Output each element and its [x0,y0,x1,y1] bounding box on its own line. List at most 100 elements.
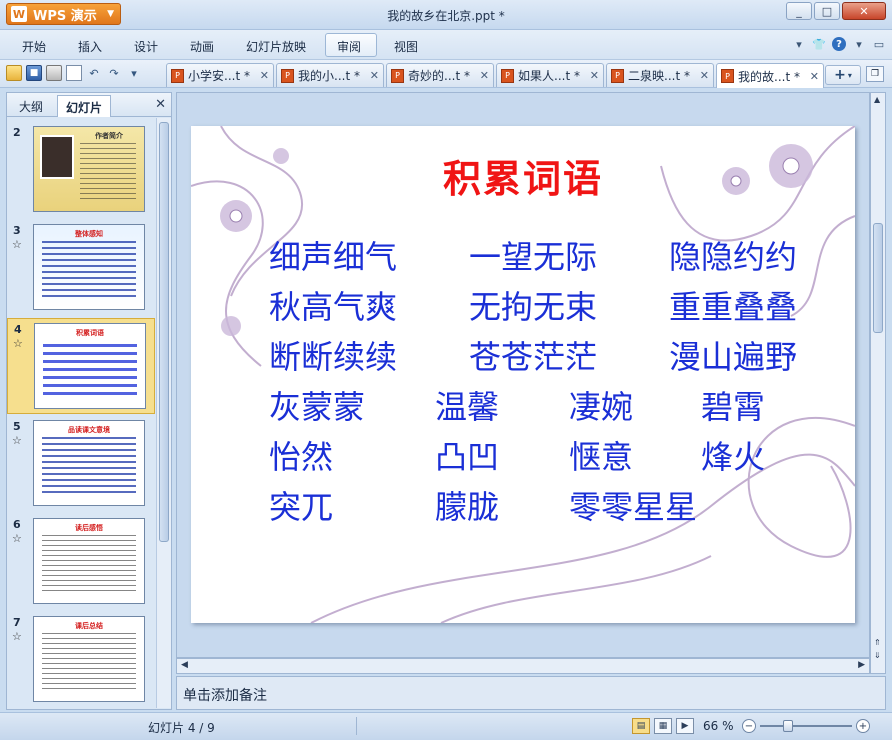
slide-number: 5 [13,420,21,433]
menu-right-icons: ▾ 👕 ? ▾ ▭ [792,37,886,51]
scrollbar-thumb[interactable] [873,223,883,333]
close-icon[interactable]: ✕ [700,69,709,82]
vocab-word: 凸凹 [435,438,500,476]
vocab-word: 细声细气 [269,238,398,276]
animation-star-icon: ☆ [12,532,22,545]
zoom-level: 66 % [703,719,734,733]
close-icon[interactable]: ✕ [370,69,379,82]
open-icon[interactable] [6,65,22,81]
panel-tabs: 大纲 幻灯片 ✕ [7,93,171,117]
vocab-word: 凄婉 [569,388,634,426]
vocab-word: 隐隐约约 [669,238,798,276]
restore-icon[interactable]: ▭ [872,37,886,51]
thumbnail-text [42,633,136,693]
vocab-word: 一望无际 [469,238,598,276]
scrollbar-thumb[interactable] [159,122,169,542]
close-icon[interactable]: ✕ [480,69,489,82]
close-icon[interactable]: ✕ [155,97,166,112]
title-bar: W WPS 演示 ▼ 我的故乡在北京.ppt * _ □ ✕ [0,0,892,30]
slide-thumbnail[interactable]: 7 ☆ 课后总结 [7,612,155,708]
redo-icon[interactable]: ↷ [106,65,122,81]
doc-tab[interactable]: P 我的小...t * ✕ [276,63,384,87]
doc-tab-label: 二泉映...t * [628,69,690,83]
slide-thumbnail-selected[interactable]: 4 ☆ 积累词语 [7,318,155,414]
vocab-word: 零零星星 [569,488,698,526]
chevron-down-icon[interactable]: ▾ [792,37,806,51]
slide-horizontal-scrollbar[interactable]: ◀ ▶ [176,658,870,674]
close-icon[interactable]: ✕ [810,70,819,83]
undo-icon[interactable]: ↶ [86,65,102,81]
tab-outline[interactable]: 大纲 [11,95,51,117]
slide-sorter-view-icon[interactable]: ▦ [654,718,672,734]
next-slide-icon[interactable]: ⇓ [874,651,881,660]
notes-pane[interactable]: 单击添加备注 [176,676,886,710]
zoom-in-button[interactable]: + [856,719,870,733]
new-tab-button[interactable]: + ▾ [825,65,861,85]
vocab-word: 漫山遍野 [669,338,798,376]
vocab-word: 灰蒙蒙 [269,388,366,426]
scroll-left-icon[interactable]: ◀ [181,660,188,670]
chevron-down-icon[interactable]: ▾ [852,37,866,51]
doc-tab[interactable]: P 小学安...t * ✕ [166,63,274,87]
doc-tab[interactable]: P 二泉映...t * ✕ [606,63,714,87]
close-icon[interactable]: ✕ [590,69,599,82]
zoom-slider[interactable] [760,725,852,727]
vocab-word: 无拘无束 [469,288,598,326]
doc-tab-label: 我的故...t * [738,69,800,84]
close-icon[interactable]: ✕ [260,69,269,82]
menu-view[interactable]: 视图 [394,38,418,55]
slide-thumbnail[interactable]: 5 ☆ 品读课文意境 [7,416,155,512]
slide-vertical-scrollbar[interactable]: ▲ ⇑ ⇓ [870,92,886,674]
slideshow-view-icon[interactable]: ▶ [676,718,694,734]
slide-thumbnail[interactable]: 6 ☆ 读后感悟 [7,514,155,610]
doc-tab[interactable]: P 奇妙的...t * ✕ [386,63,494,87]
maximize-button[interactable]: □ [814,2,840,20]
save-icon[interactable]: ■ [26,65,42,81]
menu-slideshow[interactable]: 幻灯片放映 [246,38,306,55]
window-title: 我的故乡在北京.ppt * [387,9,505,23]
restore-icon[interactable]: ❐ [866,66,884,82]
current-slide[interactable]: 积累词语 细声细气 一望无际 隐隐约约 秋高气爽 无拘无束 重重叠叠 断断续续 … [191,126,855,623]
zoom-slider-handle[interactable] [783,720,793,732]
menu-animation[interactable]: 动画 [190,38,214,55]
document-tabs: P 小学安...t * ✕ P 我的小...t * ✕ P 奇妙的...t * … [166,63,826,88]
thumbnail-text [42,535,136,595]
thumbnail-image: 作者简介 [33,126,145,212]
thumbnail-text [43,344,137,400]
portrait-image [40,135,74,179]
menu-review[interactable]: 审阅 [337,38,361,55]
print-preview-icon[interactable] [66,65,82,81]
zoom-out-button[interactable]: − [742,719,756,733]
slide-thumbnail[interactable]: 2 作者简介 [7,122,155,218]
vocab-word: 温馨 [435,388,500,426]
doc-tab-active[interactable]: P 我的故...t * ✕ [716,63,824,88]
slide-number: 4 [14,323,22,336]
tab-slides[interactable]: 幻灯片 [57,95,112,117]
skin-icon[interactable]: 👕 [812,37,826,51]
slide-thumbnail[interactable]: 3 ☆ 整体感知 [7,220,155,316]
vocab-word: 秋高气爽 [269,288,398,326]
vocab-word: 苍苍茫茫 [469,338,598,376]
thumbnail-title: 读后感悟 [75,524,103,532]
customize-icon[interactable]: ▾ [126,65,142,81]
scroll-right-icon[interactable]: ▶ [858,660,865,670]
doc-tab-label: 奇妙的...t * [408,69,470,83]
doc-tab[interactable]: P 如果人...t * ✕ [496,63,604,87]
thumbnail-scrollbar[interactable] [156,118,171,708]
close-button[interactable]: ✕ [842,2,886,20]
menu-insert[interactable]: 插入 [78,38,102,55]
thumbnail-title: 作者简介 [95,132,123,140]
slide-title: 积累词语 [442,156,603,201]
status-bar: 幻灯片 4 / 9 ▤ ▦ ▶ 66 % − + [0,712,892,740]
slide-number: 7 [13,616,21,629]
help-icon[interactable]: ? [832,37,846,51]
prev-slide-icon[interactable]: ⇑ [874,638,881,647]
menu-design[interactable]: 设计 [134,38,158,55]
ppt-file-icon: P [721,69,734,83]
menu-home[interactable]: 开始 [22,38,46,55]
minimize-button[interactable]: _ [786,2,812,20]
thumbnail-image: 整体感知 [33,224,145,310]
scroll-up-icon[interactable]: ▲ [874,95,880,104]
normal-view-icon[interactable]: ▤ [632,718,650,734]
print-icon[interactable] [46,65,62,81]
